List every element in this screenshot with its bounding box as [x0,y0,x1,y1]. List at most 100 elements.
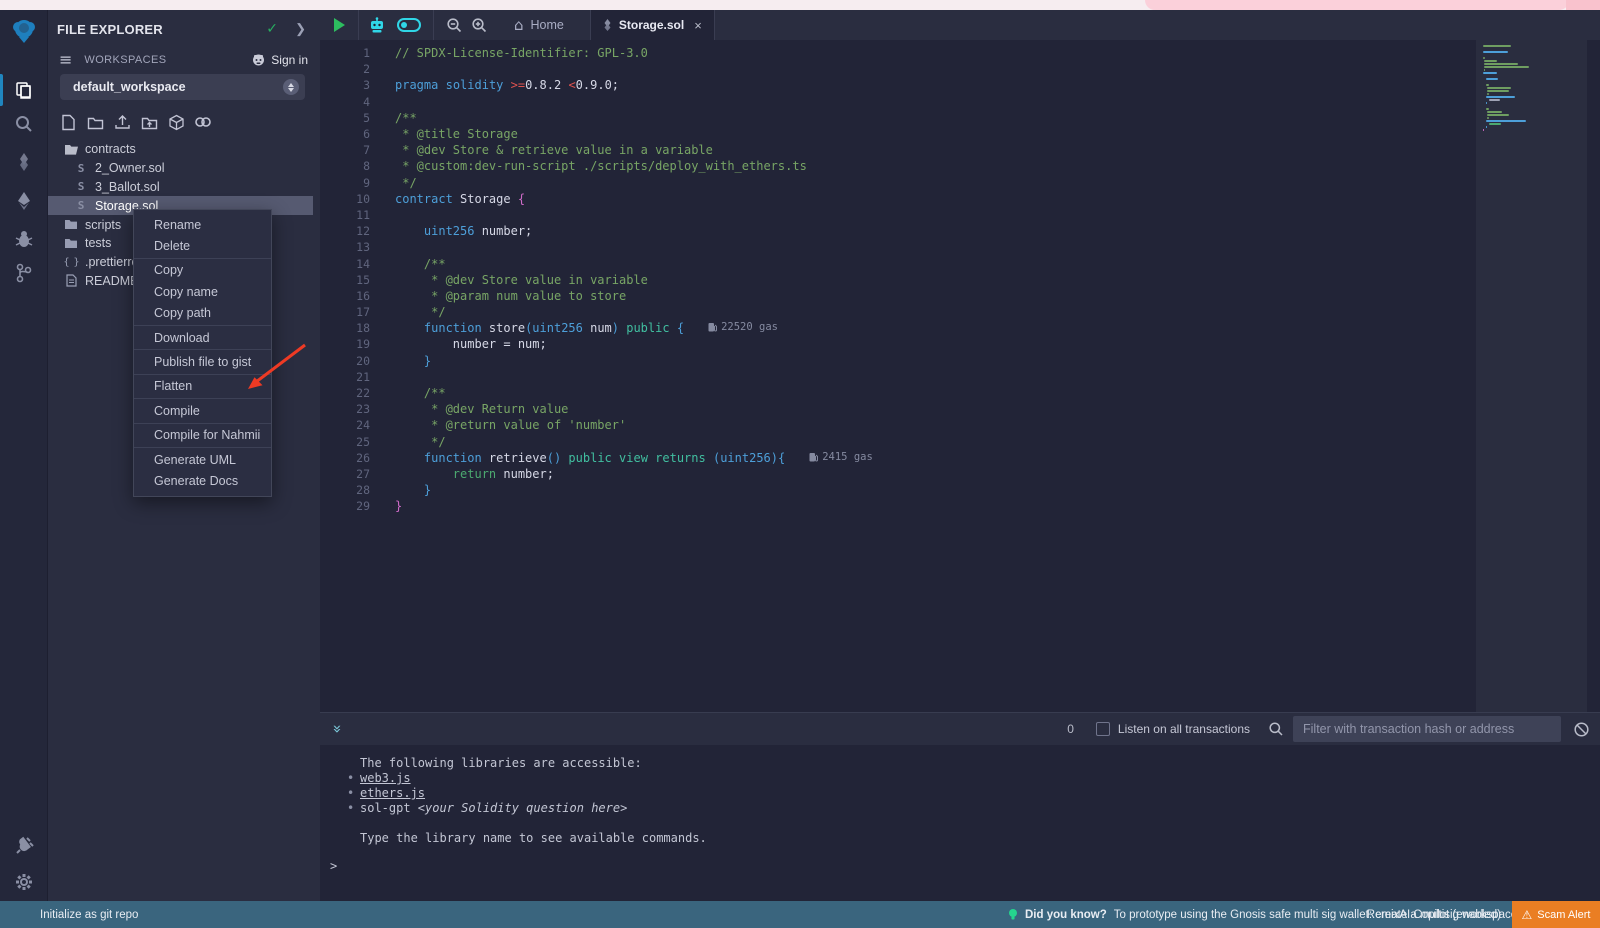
code-line: 11 [320,207,1470,223]
code-line: 13 [320,239,1470,255]
code-line: 28 } [320,482,1470,498]
code-line: 7 * @dev Store & retrieve value in a var… [320,142,1470,158]
terminal-line: The following libraries are accessible: [320,756,1600,771]
home-icon: ⌂ [514,16,524,34]
copilot-toggle[interactable] [397,18,421,32]
remix-logo-icon[interactable] [0,16,48,46]
terminal-prompt[interactable]: > [320,859,1600,874]
sign-in-button[interactable]: Sign in [251,53,308,67]
workspaces-label: WORKSPACES [84,54,166,66]
cube-icon[interactable] [167,113,185,131]
editor-minimap[interactable] [1476,40,1587,712]
workspace-stepper-icon [283,79,299,95]
terminal-link-ethers-js[interactable]: ethers.js [360,786,425,800]
zoom-in-icon[interactable] [471,17,488,34]
code-line: 22 /** [320,385,1470,401]
check-icon: ✓ [266,21,278,37]
copilot-status: RemixAI Copilot (enabled) [1367,901,1501,928]
tree-item-3-ballot-sol[interactable]: S3_Ballot.sol [48,178,320,197]
sol-icon: S [73,199,89,212]
link-icon[interactable] [194,113,212,131]
chevron-right-icon[interactable]: ❯ [295,21,306,37]
sol-icon: S [73,162,89,175]
menu-item-copy[interactable]: Copy [134,260,271,281]
file-explorer-icon[interactable] [0,75,48,105]
remix-ide-window: FILE EXPLORER ✓ ❯ ≡ WORKSPACES Sign in d… [0,0,1600,928]
browser-artifact-pill-right [1566,0,1600,10]
menu-item-generate-docs[interactable]: Generate Docs [134,470,271,491]
git-icon[interactable] [0,258,48,288]
code-line: 10contract Storage { [320,191,1470,207]
collapse-terminal-icon[interactable]: » [329,724,347,733]
terminal-line: •web3.js [320,771,1600,786]
code-line: 15 * @dev Store value in variable [320,272,1470,288]
run-script-button[interactable] [334,18,345,32]
code-line: 25 */ [320,434,1470,450]
terminal-line: Type the library name to see available c… [320,831,1600,846]
terminal-link-web3-js[interactable]: web3.js [360,771,411,785]
code-line: 19 number = num; [320,336,1470,352]
search-icon[interactable] [0,109,48,139]
code-line: 1// SPDX-License-Identifier: GPL-3.0 [320,45,1470,61]
plugin-manager-icon[interactable] [0,831,48,861]
debugger-icon[interactable] [0,224,48,254]
menu-item-delete[interactable]: Delete [134,235,271,256]
code-line: 17 */ [320,304,1470,320]
tab-home[interactable]: ⌂ Home [500,10,590,40]
listen-label: Listen on all transactions [1118,722,1250,736]
transaction-filter-input[interactable] [1293,716,1561,742]
menu-item-compile-for-nahmii[interactable]: Compile for Nahmii [134,425,271,446]
code-line: 5/** [320,110,1470,126]
code-line: 29} [320,498,1470,514]
menu-item-rename[interactable]: Rename [134,214,271,235]
gas-estimate-badge: 22520 gas [708,321,778,333]
main-area: ⌂ Home Storage.sol × 1// SPDX-License-Id… [320,10,1600,901]
scam-alert-button[interactable]: ⚠ Scam Alert [1512,901,1600,928]
icon-rail [0,10,48,901]
code-line: 3pragma solidity >=0.8.2 <0.9.0; [320,77,1470,93]
file-icon [63,274,79,287]
code-editor[interactable]: 1// SPDX-License-Identifier: GPL-3.023pr… [320,40,1600,712]
code-line: 2 [320,61,1470,77]
menu-item-copy-path[interactable]: Copy path [134,303,271,324]
code-line: 12 uint256 number; [320,223,1470,239]
menu-item-copy-name[interactable]: Copy name [134,281,271,302]
code-line: 16 * @param num value to store [320,288,1470,304]
code-line: 23 * @dev Return value [320,401,1470,417]
tab-storage-sol[interactable]: Storage.sol × [590,10,715,40]
terminal-line: •sol-gpt <your Solidity question here> [320,801,1600,816]
braces-icon: { } [63,257,79,268]
settings-gear-icon[interactable] [0,867,48,897]
zoom-out-icon[interactable] [446,17,463,34]
sol-icon: S [73,180,89,193]
panel-title: FILE EXPLORER [57,22,163,37]
upload-folder-icon[interactable] [140,113,158,131]
tree-item-2-owner-sol[interactable]: S2_Owner.sol [48,159,320,178]
new-folder-icon[interactable] [86,113,104,131]
code-line: 14 /** [320,255,1470,271]
terminal-output[interactable]: The following libraries are accessible:•… [320,745,1600,901]
terminal-search-icon [1268,721,1284,737]
workspace-select[interactable]: default_workspace [60,74,305,100]
upload-file-icon[interactable] [113,113,131,131]
ai-copilot-icon[interactable] [368,17,386,34]
solidity-compiler-icon[interactable] [0,147,48,177]
workspaces-menu-icon[interactable]: ≡ [59,54,72,66]
workspace-name: default_workspace [73,80,186,94]
code-line: 24 * @return value of 'number' [320,417,1470,433]
browser-artifact-pill [1145,0,1569,10]
block-icon[interactable] [1573,721,1590,738]
folder-icon [63,238,79,249]
code-line: 18 function store(uint256 num) public {2… [320,320,1470,336]
tree-item-contracts[interactable]: contracts [48,140,320,159]
menu-item-generate-uml[interactable]: Generate UML [134,449,271,470]
close-tab-icon[interactable]: × [694,18,702,33]
init-git-repo-button[interactable]: Initialize as git repo [40,901,138,928]
code-line: 21 [320,369,1470,385]
deploy-run-icon[interactable] [0,186,48,216]
editor-toolbar: ⌂ Home Storage.sol × [320,10,1600,40]
code-line: 20 } [320,353,1470,369]
terminal-line [320,816,1600,831]
listen-checkbox[interactable] [1096,722,1110,736]
new-file-icon[interactable] [59,113,77,131]
